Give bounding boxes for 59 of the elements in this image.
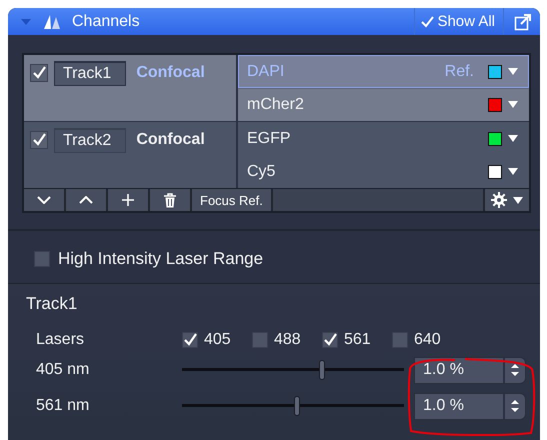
slider-thumb[interactable] <box>294 396 300 416</box>
pop-out-icon[interactable] <box>514 12 532 30</box>
slider-label: 405 nm <box>36 361 90 379</box>
channels-icon <box>42 14 62 30</box>
channel-row[interactable]: Cy5 <box>238 155 529 188</box>
move-down-button[interactable] <box>24 189 66 211</box>
laser-label: 488 <box>274 331 301 349</box>
delete-button[interactable] <box>150 189 192 211</box>
track-name-field[interactable]: Track1 <box>54 61 126 86</box>
trash-icon <box>163 192 177 208</box>
channel-color-swatch[interactable] <box>488 98 502 112</box>
channel-name: mCher2 <box>247 96 304 114</box>
channel-color-swatch[interactable] <box>488 164 502 178</box>
reference-label: Ref. <box>444 62 474 80</box>
chevron-up-icon <box>79 196 93 204</box>
channel-name: EGFP <box>247 130 291 148</box>
stepper-arrows-icon[interactable] <box>510 398 520 414</box>
dropdown-caret-icon[interactable] <box>508 168 518 175</box>
section-title: Track1 <box>26 294 78 314</box>
high-intensity-checkbox[interactable] <box>34 251 50 267</box>
plus-icon <box>122 194 134 206</box>
track-row[interactable]: Track2 Confocal EGFP Cy5 <box>24 121 529 188</box>
laser-label: 405 <box>204 331 231 349</box>
add-button[interactable] <box>108 189 150 211</box>
laser-checkbox[interactable] <box>252 332 268 348</box>
move-up-button[interactable] <box>66 189 108 211</box>
track-mode: Confocal <box>135 130 205 149</box>
focus-ref-button[interactable]: Focus Ref. <box>192 189 273 211</box>
dropdown-caret-icon[interactable] <box>508 68 518 75</box>
dropdown-caret-icon[interactable] <box>508 135 518 142</box>
gear-icon <box>491 192 507 208</box>
high-intensity-label: High Intensity Laser Range <box>58 249 264 269</box>
channel-name: DAPI <box>247 62 284 80</box>
track-mode: Confocal <box>135 63 205 82</box>
check-icon <box>421 16 434 28</box>
laser-checkbox[interactable] <box>322 332 338 348</box>
channel-color-swatch[interactable] <box>488 64 502 78</box>
track-row[interactable]: Track1 Confocal DAPI Ref. mCher2 <box>24 55 529 121</box>
laser-checkbox[interactable] <box>182 332 198 348</box>
settings-button[interactable] <box>483 189 529 211</box>
laser-label: 561 <box>344 331 371 349</box>
dropdown-caret-icon[interactable] <box>508 101 518 108</box>
caret-icon <box>513 196 523 204</box>
channel-color-swatch[interactable] <box>488 132 502 146</box>
track-checkbox[interactable] <box>30 64 48 82</box>
chevron-down-icon <box>37 196 51 204</box>
stepper-arrows-icon[interactable] <box>510 362 520 378</box>
percent-spinbox[interactable]: 1.0 % <box>414 356 526 384</box>
track-name-field[interactable]: Track2 <box>54 128 126 153</box>
laser-checkbox[interactable] <box>392 332 408 348</box>
channel-name: Cy5 <box>247 162 276 180</box>
slider-label: 561 nm <box>36 397 90 415</box>
laser-label: 640 <box>414 331 441 349</box>
slider-thumb[interactable] <box>318 360 325 380</box>
channel-row[interactable]: EGFP <box>238 122 529 155</box>
percent-spinbox[interactable]: 1.0 % <box>414 392 526 420</box>
panel-title: Channels <box>72 12 140 30</box>
lasers-label: Lasers <box>36 331 86 349</box>
track-checkbox[interactable] <box>30 131 48 149</box>
